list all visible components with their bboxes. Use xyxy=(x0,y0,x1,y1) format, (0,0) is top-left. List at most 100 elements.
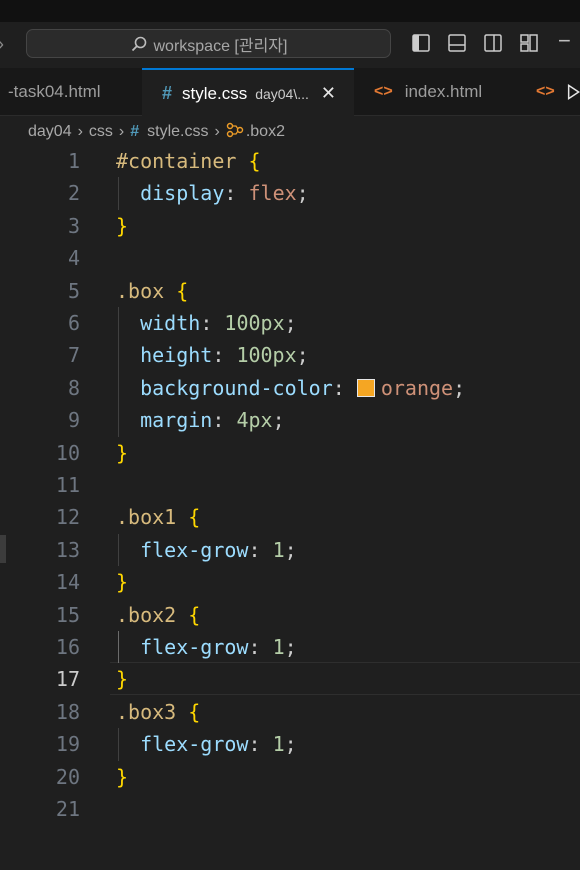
css-selector: .box xyxy=(116,278,165,303)
line-number: 21 xyxy=(55,797,80,821)
line-number: 5 xyxy=(67,278,80,303)
code-line[interactable]: 10} xyxy=(0,437,580,469)
color-swatch[interactable] xyxy=(356,378,375,397)
code-line[interactable]: 3} xyxy=(0,210,580,242)
semicolon: ; xyxy=(284,732,297,757)
open-brace: { xyxy=(176,278,189,303)
tab-index-html[interactable]: <> index.html xyxy=(354,68,514,116)
open-brace: { xyxy=(188,602,201,627)
close-brace: } xyxy=(116,667,129,692)
minimize-icon[interactable]: − xyxy=(558,28,571,54)
breadcrumb-file[interactable]: style.css xyxy=(147,123,208,141)
chevron-right-icon: › xyxy=(118,123,125,140)
breadcrumb-folder-css[interactable]: css xyxy=(89,123,113,141)
open-brace: { xyxy=(188,505,201,530)
close-brace: } xyxy=(116,213,129,238)
breadcrumb-folder-day04[interactable]: day04 xyxy=(28,123,72,141)
line-number: 1 xyxy=(67,149,80,173)
code-line[interactable]: 12 .box1 { xyxy=(0,501,580,533)
toggle-secondary-sidebar-icon[interactable] xyxy=(482,32,504,54)
tab-task04-html[interactable]: -task04.html xyxy=(0,68,142,116)
line-number: 4 xyxy=(67,246,80,271)
code-line[interactable]: 16 flex-grow: 1; xyxy=(0,631,580,663)
line-number: 10 xyxy=(55,440,80,465)
line-number: 9 xyxy=(67,408,80,433)
css-file-icon: # xyxy=(162,83,173,103)
semicolon: ; xyxy=(296,343,309,368)
top-strip xyxy=(0,0,580,22)
close-brace: } xyxy=(116,764,129,789)
css-property: background-color xyxy=(140,375,333,400)
indent-guide xyxy=(118,177,119,210)
code-line[interactable]: 18 .box3 { xyxy=(0,696,580,728)
close-icon[interactable]: ✕ xyxy=(321,83,336,104)
css-selector: .box2 xyxy=(116,602,177,627)
css-value: 100px xyxy=(236,343,297,368)
chevron-right-icon[interactable]: › xyxy=(0,34,4,55)
line-number: 20 xyxy=(55,764,80,789)
search-icon xyxy=(131,36,146,51)
line-number: 6 xyxy=(67,311,80,335)
code-line[interactable]: 17} xyxy=(0,663,580,695)
indent-guide xyxy=(118,728,119,761)
code-text: } xyxy=(116,210,128,242)
code-line[interactable]: 4 xyxy=(0,242,580,274)
line-number: 17 xyxy=(55,667,80,692)
css-value: 1 xyxy=(272,537,285,562)
code-line[interactable]: 14} xyxy=(0,566,580,598)
code-line[interactable]: 20} xyxy=(0,761,580,793)
tab-description: day04\... xyxy=(255,85,309,102)
css-value: flex xyxy=(248,181,297,206)
code-line[interactable]: 13 flex-grow: 1; xyxy=(0,534,580,566)
title-bar: › workspace [관리자] − xyxy=(0,22,580,68)
line-number: 13 xyxy=(55,537,80,562)
code-text: flex-grow: 1; xyxy=(116,534,297,566)
code-line[interactable]: 9 margin: 4px; xyxy=(0,404,580,436)
tab-overflow[interactable]: <> xyxy=(514,68,580,116)
tab-style-css[interactable]: # style.css day04\... ✕ xyxy=(142,68,354,117)
css-value: 1 xyxy=(272,732,285,757)
semicolon: ; xyxy=(272,408,285,433)
code-text: } xyxy=(116,437,128,469)
tab-label: style.css xyxy=(182,83,248,103)
code-text: .box { xyxy=(116,275,188,307)
code-line[interactable]: 21 xyxy=(0,793,580,825)
css-property: display xyxy=(140,181,225,206)
run-icon[interactable] xyxy=(567,83,580,101)
code-line[interactable]: 19 flex-grow: 1; xyxy=(0,728,580,760)
css-property: width xyxy=(140,311,201,335)
css-file-icon: # xyxy=(130,123,140,140)
colon: : xyxy=(212,343,237,368)
code-line[interactable]: 8 background-color: orange; xyxy=(0,372,580,404)
tab-label: -task04.html xyxy=(8,82,101,101)
css-selector: #container xyxy=(116,149,237,173)
code-text: width: 100px; xyxy=(116,307,297,339)
colon: : xyxy=(248,635,273,659)
semicolon: ; xyxy=(284,635,297,659)
code-line[interactable]: 5 .box { xyxy=(0,275,580,307)
line-number: 2 xyxy=(67,181,80,206)
code-line[interactable]: 15 .box2 { xyxy=(0,599,580,631)
code-line[interactable]: 7 height: 100px; xyxy=(0,339,580,371)
code-text: #container { xyxy=(116,145,261,177)
code-line[interactable]: 6 width: 100px; xyxy=(0,307,580,339)
indent-guide xyxy=(118,307,119,437)
code-line[interactable]: 11 xyxy=(0,469,580,501)
code-editor[interactable]: 1 #container {2 display: flex; 3} 4 5 .box {6… xyxy=(0,145,580,870)
customize-layout-icon[interactable] xyxy=(518,32,540,54)
code-line[interactable]: 1 #container { xyxy=(0,145,580,177)
css-property: margin xyxy=(140,408,213,433)
css-selector: .box1 xyxy=(116,505,177,530)
toggle-primary-sidebar-icon[interactable] xyxy=(410,32,432,54)
css-value: 4px xyxy=(236,408,273,433)
toggle-panel-icon[interactable] xyxy=(446,32,468,54)
line-number: 12 xyxy=(55,505,80,530)
line-number: 15 xyxy=(55,602,80,627)
open-brace: { xyxy=(188,699,201,724)
breadcrumb-symbol[interactable]: .box2 xyxy=(246,123,285,141)
chevron-right-icon: › xyxy=(77,123,83,140)
code-line[interactable]: 2 display: flex; xyxy=(0,177,580,209)
command-center-search[interactable]: workspace [관리자] xyxy=(26,29,391,58)
breadcrumb: day04 › css › # style.css › .box2 xyxy=(28,118,285,146)
semicolon: ; xyxy=(296,181,309,206)
